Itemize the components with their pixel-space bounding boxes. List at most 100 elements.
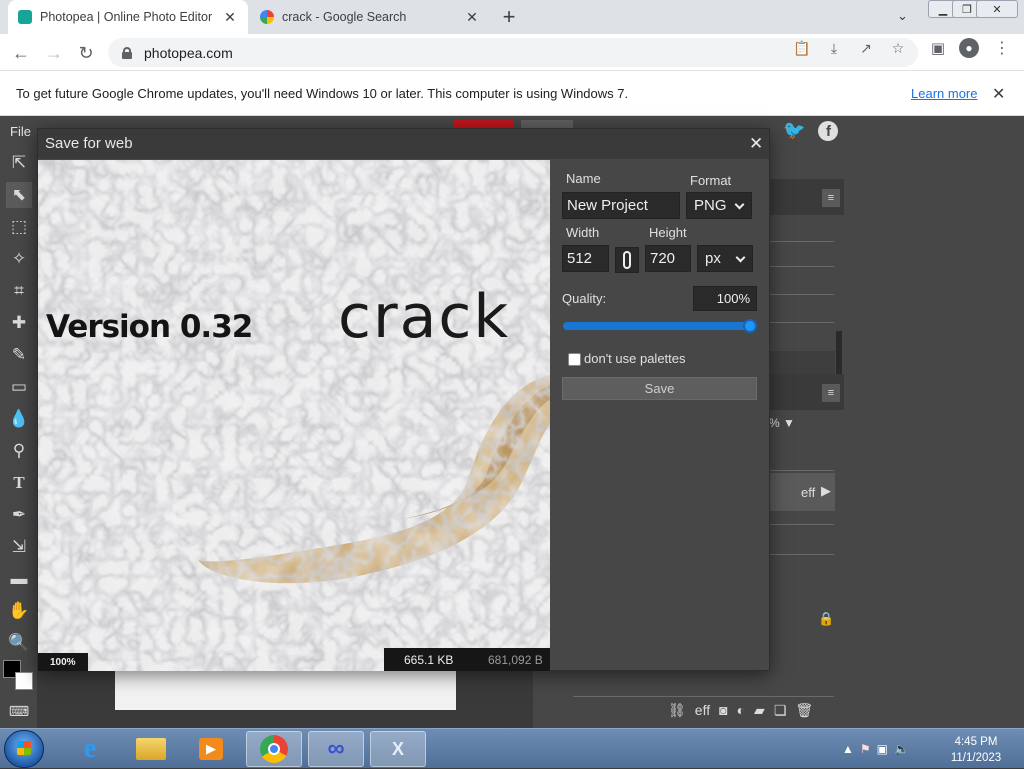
panel-divider — [573, 696, 834, 697]
panel-menu-icon[interactable]: ≡ — [822, 189, 840, 207]
dont-use-palettes-label: don't use palettes — [584, 351, 686, 366]
format-value: PNG — [694, 197, 727, 214]
format-select[interactable]: PNG — [686, 192, 752, 219]
app-xpath-icon[interactable]: X — [370, 731, 426, 767]
panel-menu-icon[interactable]: ≡ — [822, 384, 840, 402]
tab-google-search[interactable]: crack - Google Search ✕ — [250, 0, 490, 34]
pen-tool-icon[interactable]: ✒ — [6, 502, 32, 528]
expand-arrow-icon[interactable]: ▶ — [821, 483, 831, 499]
adjustment-icon[interactable]: ◐ — [737, 702, 745, 719]
close-window-button[interactable]: ✕ — [976, 0, 1018, 18]
volume-muted-icon[interactable]: 🔈 — [894, 742, 909, 756]
back-arrow-icon[interactable]: ← — [8, 40, 34, 66]
layer-row[interactable]: eff ▶ — [769, 473, 835, 511]
gradient-tool-icon[interactable]: ▭ — [6, 374, 32, 400]
clipboard-icon[interactable]: 📋 — [792, 38, 812, 58]
lock-icon — [122, 46, 132, 59]
side-panel-icon[interactable]: ▣ — [928, 38, 948, 58]
move-tool-icon[interactable]: ⇱ — [6, 150, 32, 176]
quality-label: Quality: — [562, 291, 607, 306]
height-input[interactable]: 720 — [645, 245, 691, 272]
clock[interactable]: 4:45 PM 11/1/2023 — [938, 734, 1014, 766]
image-preview[interactable]: Version 0.32 crack 100% 665.1 KB 681,092… — [38, 160, 550, 671]
magic-wand-icon[interactable]: ✧ — [6, 246, 32, 272]
folder-icon[interactable]: ▰ — [754, 702, 765, 719]
chevron-down-icon — [735, 252, 746, 263]
twitter-icon[interactable]: 🐦 — [783, 120, 805, 140]
media-player-icon[interactable]: ▶ — [183, 731, 239, 767]
dodge-tool-icon[interactable]: ⚲ — [6, 438, 32, 464]
brush-tool-icon[interactable]: ✎ — [6, 342, 32, 368]
close-tab-icon[interactable]: ✕ — [222, 9, 238, 25]
reload-icon[interactable]: ↻ — [73, 40, 99, 66]
preview-texture — [38, 160, 550, 671]
quality-slider[interactable] — [563, 319, 757, 333]
file-explorer-icon[interactable] — [123, 731, 179, 767]
type-tool-icon[interactable]: T — [6, 470, 32, 496]
panel-scrollbar[interactable] — [836, 331, 842, 375]
chevron-down-icon — [734, 199, 745, 210]
tab-search-chevron-icon[interactable]: ⌄ — [897, 8, 908, 24]
chain-link-icon — [623, 251, 631, 269]
close-tab-icon[interactable]: ✕ — [464, 9, 480, 25]
facebook-icon[interactable]: f — [818, 121, 839, 141]
close-icon[interactable]: ✕ — [992, 84, 1005, 104]
preview-text-crack: crack — [338, 282, 510, 352]
marquee-tool-icon[interactable]: ⬚ — [6, 214, 32, 240]
name-input[interactable]: New Project — [562, 192, 680, 219]
healing-brush-icon[interactable]: ✚ — [6, 310, 32, 336]
start-button[interactable] — [4, 730, 44, 768]
show-hidden-icons-icon[interactable]: ▲ — [842, 742, 854, 756]
format-label: Format — [690, 173, 732, 188]
install-app-icon[interactable]: ⤓ — [824, 38, 844, 58]
keyboard-icon[interactable]: ⌨ — [6, 698, 32, 724]
network-icon[interactable]: ▣ — [877, 742, 888, 756]
forward-arrow-icon[interactable]: → — [41, 40, 67, 66]
windows-taskbar: e ▶ ∞ X ▲ ⚑ ▣ 🔈 4:45 PM 11/1/2023 — [0, 728, 1024, 768]
background-color-swatch[interactable] — [15, 672, 33, 690]
constrain-proportions-button[interactable] — [615, 247, 639, 273]
clock-time: 4:45 PM — [954, 736, 998, 748]
learn-more-link[interactable]: Learn more — [911, 86, 977, 101]
new-tab-button[interactable]: + — [497, 4, 521, 29]
layer-effects-icon[interactable]: eff — [695, 702, 710, 719]
share-icon[interactable]: ↗ — [856, 38, 876, 58]
save-button[interactable]: Save — [562, 377, 757, 400]
action-center-flag-icon[interactable]: ⚑ — [860, 742, 871, 756]
select-tool-icon[interactable]: ⬉ — [6, 182, 32, 208]
file-size-bytes: 681,092 B — [488, 653, 543, 667]
profile-avatar-icon[interactable]: ● — [959, 38, 979, 58]
internet-explorer-icon[interactable]: e — [62, 731, 118, 767]
system-tray: ▲ ⚑ ▣ 🔈 — [842, 729, 909, 769]
tools-panel: ⇱ ⬉ ⬚ ✧ ⌗ ✚ ✎ ▭ 💧 ⚲ T ✒ ⇲ ▬ ✋ 🔍 ⌨ — [0, 146, 37, 728]
quality-slider-handle[interactable] — [743, 319, 757, 333]
mask-icon[interactable]: ◙ — [719, 702, 727, 719]
update-infobar: To get future Google Chrome updates, you… — [0, 71, 1024, 116]
tab-photopea[interactable]: Photopea | Online Photo Editor ✕ — [8, 0, 248, 34]
quality-input[interactable]: 100% — [693, 286, 757, 311]
unit-select[interactable]: px — [697, 245, 753, 272]
preview-text-version: Version 0.32 — [46, 309, 252, 345]
hand-tool-icon[interactable]: ✋ — [6, 598, 32, 624]
more-menu-icon[interactable]: ⋮ — [992, 38, 1012, 58]
shape-tool-icon[interactable]: ▬ — [6, 566, 32, 592]
social-links: 🐦 f — [783, 120, 839, 141]
close-icon[interactable]: ✕ — [749, 134, 763, 154]
app-infinity-icon[interactable]: ∞ — [308, 731, 364, 767]
dont-use-palettes-checkbox[interactable] — [568, 353, 581, 366]
blur-tool-icon[interactable]: 💧 — [6, 406, 32, 432]
dialog-titlebar[interactable]: Save for web ✕ — [38, 129, 769, 159]
trash-icon[interactable]: 🗑 — [795, 702, 813, 719]
file-size-readout: 665.1 KB 681,092 B — [384, 648, 550, 671]
link-layers-icon[interactable]: ⛓ — [668, 702, 686, 719]
browser-toolbar: ← → ↻ photopea.com 📋 ⤓ ↗ ☆ ▣ ● ⋮ — [0, 34, 1024, 71]
bookmark-star-icon[interactable]: ☆ — [888, 38, 908, 58]
new-layer-icon[interactable]: ❏ — [774, 702, 787, 719]
crop-tool-icon[interactable]: ⌗ — [6, 278, 32, 304]
path-select-icon[interactable]: ⇲ — [6, 534, 32, 560]
width-input[interactable]: 512 — [562, 245, 609, 272]
zoom-tool-icon[interactable]: 🔍 — [6, 630, 32, 656]
photopea-favicon-icon — [18, 10, 32, 24]
menu-file[interactable]: File — [10, 124, 31, 139]
chrome-taskbar-icon[interactable] — [246, 731, 302, 767]
